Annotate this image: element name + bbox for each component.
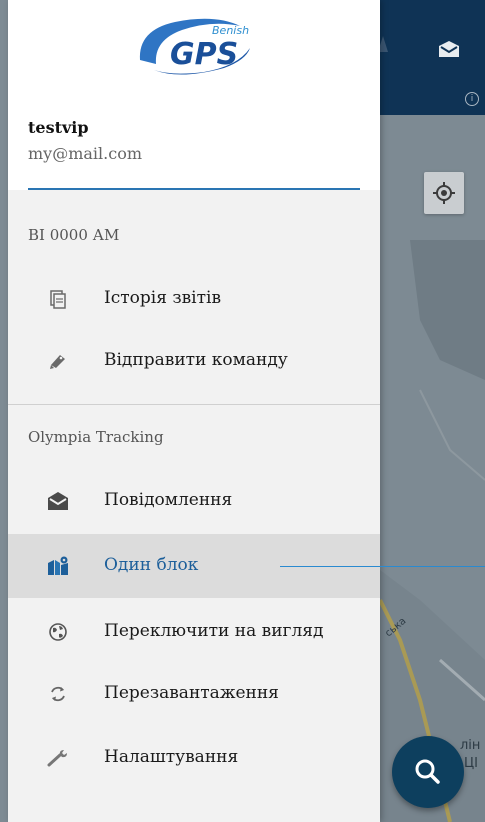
user-name: testvip <box>28 118 89 137</box>
map-label: ЦІ <box>464 756 478 771</box>
menu-item-send-command[interactable]: Відправити команду <box>8 329 380 393</box>
logo-sub-text: Benish <box>212 24 249 37</box>
navigation-drawer: GPS Benish testvip my@mail.com ВІ 0000 А… <box>8 0 380 822</box>
inbox-icon[interactable] <box>438 40 460 58</box>
switch-view-globe-icon <box>46 620 70 644</box>
menu-item-messages[interactable]: Повідомлення <box>8 469 380 533</box>
user-email: my@mail.com <box>28 144 143 163</box>
menu-item-label: Повідомлення <box>104 490 233 510</box>
section-title-company: Olympia Tracking <box>28 428 164 446</box>
menu-item-switch-view[interactable]: Переключити на вигляд <box>8 600 380 664</box>
partial-toolbar-icon <box>380 36 388 52</box>
search-fab[interactable] <box>392 736 464 808</box>
drawer-header: GPS Benish testvip my@mail.com <box>8 0 380 190</box>
section-title-vehicle: ВІ 0000 АМ <box>28 226 120 244</box>
messages-icon <box>46 489 70 513</box>
menu-item-report-history[interactable]: Історія звітів <box>8 267 380 331</box>
report-history-icon <box>46 287 70 311</box>
selection-connector-line <box>280 566 485 567</box>
menu-item-label: Історія звітів <box>104 288 222 308</box>
menu-item-reload[interactable]: Перезавантаження <box>8 662 380 726</box>
menu-item-label: Відправити команду <box>104 350 288 370</box>
menu-item-label: Перезавантаження <box>104 683 279 703</box>
my-location-button[interactable] <box>424 172 464 214</box>
reload-icon <box>46 682 70 706</box>
map-view[interactable]: i лін ЦІ ська <box>380 0 485 822</box>
crosshair-icon <box>433 182 455 204</box>
search-icon <box>415 759 440 784</box>
send-command-icon <box>46 349 70 373</box>
menu-item-label: Переключити на вигляд <box>104 621 324 641</box>
info-icon[interactable]: i <box>465 92 479 106</box>
benish-gps-logo: GPS Benish <box>139 18 250 75</box>
logo-main-text: GPS <box>170 37 238 72</box>
menu-item-label: Налаштування <box>104 747 239 767</box>
map-shapes <box>380 240 485 822</box>
menu-item-label: Один блок <box>104 555 199 575</box>
settings-wrench-icon <box>46 746 70 770</box>
header-underline <box>28 188 360 190</box>
section-divider <box>8 404 380 405</box>
single-unit-map-icon <box>46 554 70 578</box>
menu-item-settings[interactable]: Налаштування <box>8 726 380 790</box>
map-top-bar: i <box>380 0 485 115</box>
